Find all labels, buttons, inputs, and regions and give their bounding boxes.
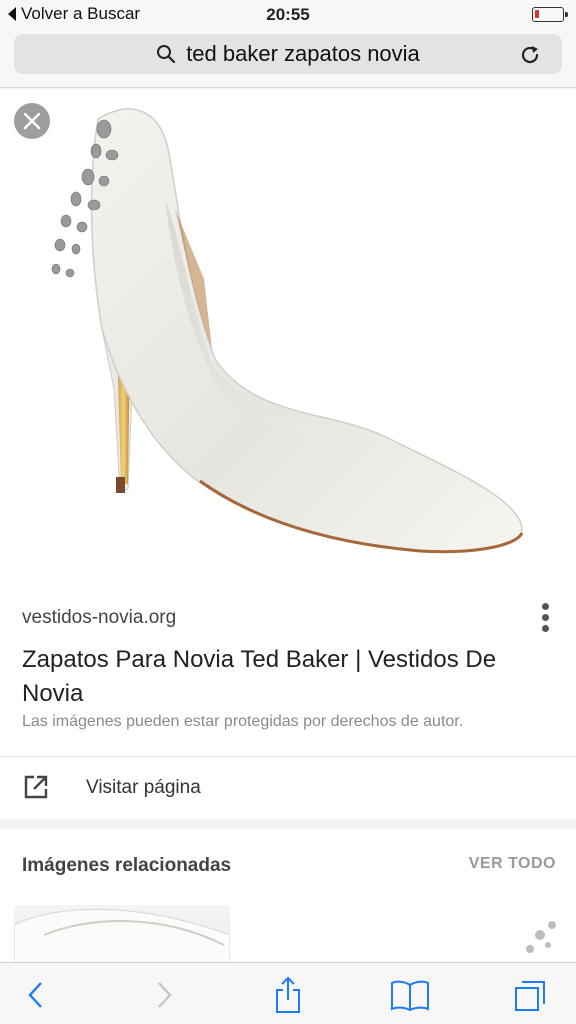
tabs-button[interactable]: [508, 973, 552, 1017]
visit-page-button[interactable]: Visitar página: [0, 757, 576, 817]
view-all-link[interactable]: VER TODO: [469, 855, 556, 873]
related-images-header: Imágenes relacionadas: [22, 855, 232, 876]
back-icon: [28, 982, 42, 1008]
forward-button[interactable]: [142, 973, 186, 1017]
forward-icon: [158, 982, 172, 1008]
result-card: vestidos-novia.org Zapatos Para Novia Te…: [0, 581, 576, 819]
reload-icon[interactable]: [518, 43, 542, 67]
result-title[interactable]: Zapatos Para Novia Ted Baker | Vestidos …: [22, 643, 522, 711]
bookmarks-button[interactable]: [388, 973, 432, 1017]
battery-icon: [532, 7, 568, 22]
visit-page-label: Visitar página: [86, 777, 201, 798]
share-icon: [276, 976, 300, 1013]
more-vertical-icon[interactable]: [540, 601, 550, 635]
bookmarks-icon: [391, 980, 429, 1011]
address-bar-container: ted baker zapatos novia: [0, 28, 576, 88]
browser-toolbar: [0, 962, 576, 1024]
status-time: 20:55: [266, 5, 310, 24]
search-query-text: ted baker zapatos novia: [186, 41, 420, 66]
close-preview-button[interactable]: [14, 103, 50, 139]
preview-image[interactable]: [0, 89, 576, 581]
open-external-icon: [24, 775, 48, 799]
result-source[interactable]: vestidos-novia.org: [22, 607, 176, 629]
close-icon: [23, 112, 41, 130]
search-icon: [157, 45, 176, 64]
status-bar: Volver a Buscar 20:55: [0, 0, 576, 28]
tabs-icon: [515, 981, 545, 1011]
back-button[interactable]: [14, 973, 58, 1017]
address-bar[interactable]: ted baker zapatos novia: [14, 34, 562, 74]
copyright-note: Las imágenes pueden estar protegidas por…: [22, 713, 464, 730]
share-button[interactable]: [266, 973, 310, 1017]
related-images-section: Imágenes relacionadas VER TODO: [0, 829, 576, 975]
shoe-image: [51, 108, 524, 554]
